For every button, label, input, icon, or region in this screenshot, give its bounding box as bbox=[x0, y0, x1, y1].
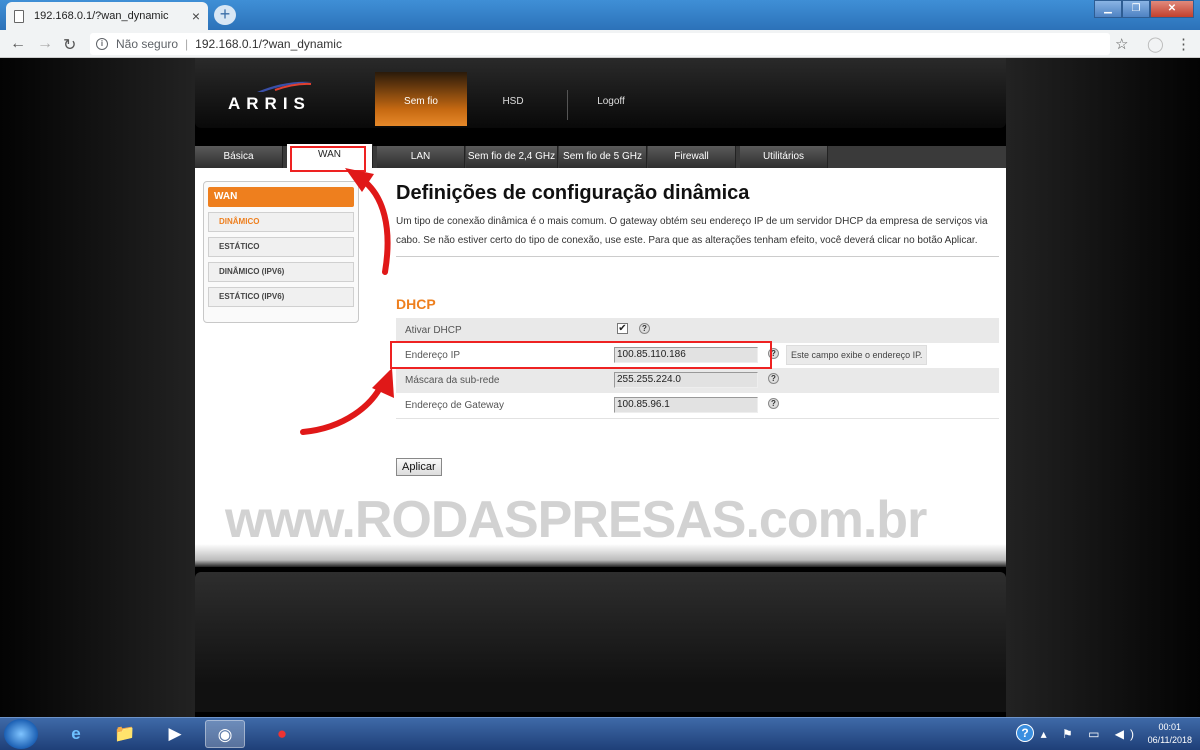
browser-toolbar: ← → ↻ i Não seguro | 192.168.0.1/?wan_dy… bbox=[0, 30, 1200, 58]
apply-button[interactable]: Aplicar bbox=[396, 458, 442, 476]
address-separator: | bbox=[185, 37, 189, 51]
topnav-hsd[interactable]: HSD bbox=[467, 72, 559, 126]
router-footer bbox=[195, 572, 1006, 712]
page-title: Definições de configuração dinâmica bbox=[396, 182, 750, 204]
clock-time: 00:01 bbox=[1158, 722, 1182, 732]
topnav-divider bbox=[567, 90, 568, 120]
tab-lan[interactable]: LAN bbox=[377, 146, 465, 168]
gateway-field[interactable]: 100.85.96.1 bbox=[614, 397, 758, 413]
browser-tabstrip: 192.168.0.1/?wan_dynamic × + ▁ ❐ ✕ bbox=[0, 0, 1200, 30]
windows-taskbar: e 📁 ▶ ◉ ● ? ▴ ⚑ ▭ ◀) 00:01 06/11/2018 bbox=[0, 717, 1200, 750]
start-button[interactable] bbox=[4, 719, 38, 749]
topnav-sem-fio[interactable]: Sem fio bbox=[375, 72, 467, 126]
app-icon[interactable]: ● bbox=[262, 720, 302, 748]
arris-swoosh-icon bbox=[257, 81, 313, 92]
row-gateway: Endereço de Gateway 100.85.96.1 ? bbox=[396, 393, 999, 418]
tab-title: 192.168.0.1/?wan_dynamic bbox=[34, 10, 169, 22]
sidebar-title: WAN bbox=[208, 187, 354, 207]
section-title: DHCP bbox=[396, 296, 436, 312]
page-description: Um tipo de conexão dinâmica é o mais com… bbox=[396, 216, 988, 246]
page-icon bbox=[14, 9, 24, 23]
menu-icon[interactable]: ⋮ bbox=[1176, 35, 1191, 53]
help-icon[interactable]: ? bbox=[768, 373, 779, 384]
tray-icons[interactable]: ▴ ⚑ ▭ ◀) bbox=[1041, 727, 1140, 741]
sidebar-item-dinamico[interactable]: DINÂMICO bbox=[208, 212, 354, 232]
tab-wifi-5[interactable]: Sem fio de 5 GHz bbox=[559, 146, 647, 168]
sidebar-item-estatico-ipv6[interactable]: ESTÁTICO (IPV6) bbox=[208, 287, 354, 307]
router-header: ARRIS Sem fio HSD Logoff bbox=[195, 58, 1006, 128]
profile-icon[interactable]: ◯ bbox=[1147, 35, 1164, 53]
arris-logo: ARRIS bbox=[228, 94, 311, 113]
chrome-icon[interactable]: ◉ bbox=[205, 720, 245, 748]
help-icon[interactable]: ? bbox=[768, 398, 779, 409]
security-label: Não seguro bbox=[116, 37, 179, 51]
page-background-right bbox=[1006, 58, 1200, 717]
ip-tooltip: Este campo exibe o endereço IP. bbox=[786, 345, 928, 365]
file-explorer-icon[interactable]: 📁 bbox=[105, 720, 145, 748]
page-background-left bbox=[0, 58, 195, 717]
ip-field-highlight bbox=[390, 341, 772, 369]
watermark: www.RODASPRESAS.com.br bbox=[225, 491, 927, 549]
top-nav: Sem fio HSD Logoff bbox=[375, 72, 646, 126]
new-tab-button[interactable]: + bbox=[214, 5, 236, 25]
url-text: 192.168.0.1/?wan_dynamic bbox=[195, 37, 342, 51]
close-window-button[interactable]: ✕ bbox=[1150, 0, 1194, 18]
internet-explorer-icon[interactable]: e bbox=[56, 720, 96, 748]
info-icon[interactable]: i bbox=[96, 38, 108, 50]
sidebar-item-estatico[interactable]: ESTÁTICO bbox=[208, 237, 354, 257]
subnet-mask-label: Máscara da sub-rede bbox=[405, 375, 500, 386]
maximize-button[interactable]: ❐ bbox=[1122, 0, 1150, 18]
back-icon[interactable]: ← bbox=[10, 35, 26, 53]
tab-utilitarios[interactable]: Utilitários bbox=[740, 146, 828, 168]
tab-firewall[interactable]: Firewall bbox=[648, 146, 736, 168]
row-enable-dhcp: Ativar DHCP ✔ ? bbox=[396, 318, 999, 343]
wan-tab-highlight bbox=[290, 146, 366, 172]
tab-close-icon[interactable]: × bbox=[192, 8, 200, 24]
help-icon[interactable]: ? bbox=[639, 323, 650, 334]
sidebar-item-dinamico-ipv6[interactable]: DINÂMICO (IPV6) bbox=[208, 262, 354, 282]
divider bbox=[396, 256, 999, 257]
enable-dhcp-label: Ativar DHCP bbox=[405, 325, 462, 336]
topnav-logoff[interactable]: Logoff bbox=[576, 72, 646, 126]
subnet-mask-field[interactable]: 255.255.224.0 bbox=[614, 372, 758, 388]
window-controls: ▁ ❐ ✕ bbox=[1094, 0, 1194, 18]
tab-wifi-24[interactable]: Sem fio de 2,4 GHz bbox=[466, 146, 558, 168]
tab-basica[interactable]: Básica bbox=[195, 146, 283, 168]
address-bar[interactable]: i Não seguro | 192.168.0.1/?wan_dynamic bbox=[90, 33, 1110, 55]
divider bbox=[396, 418, 999, 419]
minimize-button[interactable]: ▁ bbox=[1094, 0, 1122, 18]
reload-icon[interactable]: ↻ bbox=[63, 35, 76, 55]
wan-sidebar: WAN DINÂMICO ESTÁTICO DINÂMICO (IPV6) ES… bbox=[203, 181, 359, 323]
clock-date: 06/11/2018 bbox=[1147, 735, 1192, 745]
browser-tab[interactable]: 192.168.0.1/?wan_dynamic × bbox=[6, 2, 208, 30]
help-icon[interactable]: ? bbox=[1016, 724, 1034, 742]
clock[interactable]: 00:01 06/11/2018 bbox=[1148, 721, 1192, 747]
media-player-icon[interactable]: ▶ bbox=[155, 720, 195, 748]
bookmark-star-icon[interactable]: ☆ bbox=[1115, 35, 1128, 53]
forward-icon[interactable]: → bbox=[37, 35, 53, 53]
enable-dhcp-checkbox[interactable]: ✔ bbox=[617, 323, 628, 334]
row-subnet-mask: Máscara da sub-rede 255.255.224.0 ? bbox=[396, 368, 999, 393]
gateway-label: Endereço de Gateway bbox=[405, 400, 504, 411]
